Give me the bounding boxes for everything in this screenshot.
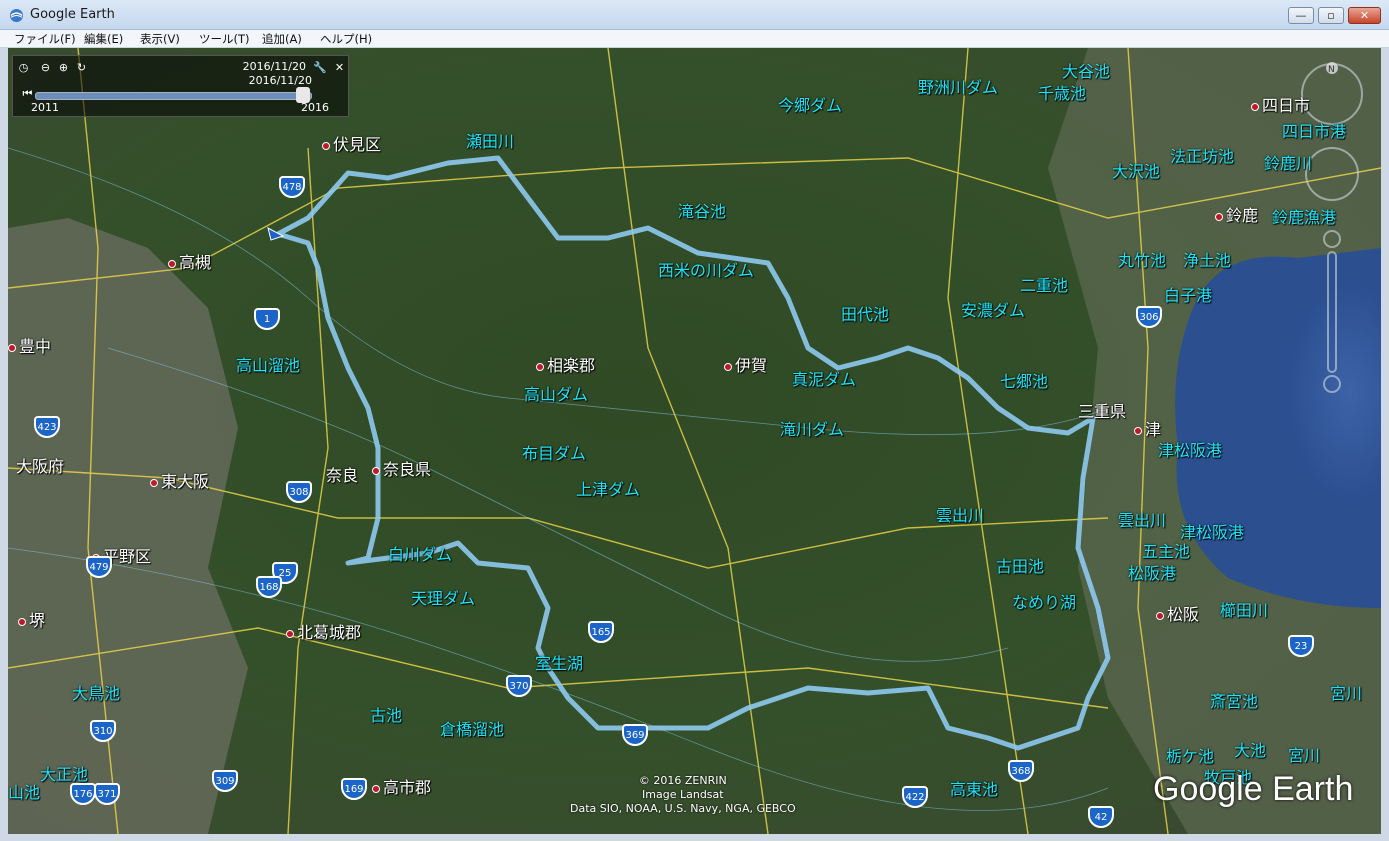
- city-label: 東大阪: [150, 468, 209, 492]
- map-label: 大鳥池: [72, 684, 121, 703]
- time-slider-panel: ◷ ⊖ ⊕ ↻ 2016/11/20 2016/11/20 🔧 ✕ ⏮ 2011…: [12, 55, 349, 117]
- city-label: 伊賀: [724, 352, 767, 376]
- maximize-button[interactable]: ▫: [1318, 7, 1344, 24]
- map-label: 法正坊池: [1170, 147, 1235, 166]
- map-label: 鈴鹿漁港: [1272, 208, 1337, 227]
- city-label: 松阪: [1156, 601, 1199, 625]
- close-icon[interactable]: ✕: [333, 61, 346, 74]
- map-label: 倉橋溜池: [440, 720, 505, 739]
- menu-add[interactable]: 追加(A): [262, 31, 302, 47]
- map-label: 上津ダム: [576, 480, 641, 499]
- step-back-icon[interactable]: ⏮: [21, 87, 34, 100]
- map-label: 古池: [370, 706, 403, 725]
- map-label: 天理ダム: [411, 589, 476, 608]
- map-label: 瀬田川: [466, 132, 515, 151]
- map-label: 古田池: [996, 557, 1045, 576]
- city-label: 奈良県: [372, 456, 431, 480]
- map-label: 白子港: [1164, 286, 1213, 305]
- city-label: 北葛城郡: [286, 619, 361, 643]
- map-label: 布目ダム: [522, 444, 587, 463]
- menu-tools[interactable]: ツール(T): [199, 31, 250, 47]
- map-label: 大沢池: [1112, 162, 1161, 181]
- map-label: 松阪港: [1128, 564, 1177, 583]
- city-label: 堺: [18, 607, 45, 631]
- map-label: 室生湖: [535, 654, 584, 673]
- map-label: 山池: [8, 783, 41, 802]
- city-label: 奈良: [326, 466, 359, 485]
- city-label: 三重県: [1078, 402, 1127, 421]
- google-earth-logo: Google Earth: [1153, 770, 1354, 808]
- map-label: 高山溜池: [236, 356, 301, 375]
- map-label: 大正池: [40, 765, 89, 784]
- time-slider-track[interactable]: [35, 92, 312, 100]
- map-view[interactable]: ◷ ⊖ ⊕ ↻ 2016/11/20 2016/11/20 🔧 ✕ ⏮ 2011…: [8, 48, 1381, 834]
- zoom-out-icon[interactable]: ⊖: [39, 61, 52, 74]
- end-date: 2016/11/20: [248, 74, 312, 87]
- city-label: 豊中: [8, 333, 51, 357]
- zoom-in-icon: [1323, 230, 1341, 248]
- menu-file[interactable]: ファイル(F): [14, 31, 76, 47]
- map-label: 浄土池: [1183, 251, 1232, 270]
- zoom-out-icon: [1323, 375, 1341, 393]
- map-label: 高山ダム: [524, 385, 589, 404]
- map-label: 津松阪港: [1158, 441, 1223, 460]
- map-label: 田代池: [841, 305, 890, 324]
- end-year: 2016: [301, 101, 329, 114]
- map-label: 西米の川ダム: [658, 261, 755, 280]
- map-label: なめり湖: [1012, 593, 1077, 612]
- menu-edit[interactable]: 編集(E): [84, 31, 123, 47]
- clock-icon[interactable]: ◷: [17, 61, 30, 74]
- city-label: 四日市: [1251, 92, 1310, 116]
- zoom-in-icon[interactable]: ⊕: [57, 61, 70, 74]
- wrench-icon[interactable]: 🔧: [313, 61, 327, 74]
- map-label: 丸竹池: [1118, 251, 1167, 270]
- map-label: 野洲川ダム: [918, 78, 999, 97]
- map-label: 高東池: [950, 780, 999, 799]
- map-label: 宮川: [1288, 746, 1321, 765]
- city-label: 高市郡: [372, 774, 431, 798]
- menu-bar: ファイル(F) 編集(E) 表示(V) ツール(T) 追加(A) ヘルプ(H): [0, 30, 1389, 48]
- map-label: 宮川: [1330, 684, 1363, 703]
- start-year: 2011: [31, 101, 59, 114]
- start-date: 2016/11/20: [242, 60, 306, 73]
- city-label: 伏見区: [322, 131, 381, 155]
- window-title: Google Earth: [30, 7, 115, 22]
- map-label: 鈴鹿川: [1264, 154, 1313, 173]
- zoom-slider: [1327, 251, 1337, 373]
- move-joystick-icon: [1305, 147, 1359, 201]
- refresh-icon[interactable]: ↻: [75, 61, 88, 74]
- map-label: 櫛田川: [1220, 601, 1269, 620]
- map-label: 雲出川: [1118, 511, 1167, 530]
- map-label: 斎宮池: [1210, 692, 1259, 711]
- map-label: 白川ダム: [388, 545, 453, 564]
- minimize-button[interactable]: —: [1288, 7, 1314, 24]
- map-label: 五主池: [1142, 542, 1191, 561]
- city-label: 相楽郡: [536, 352, 595, 376]
- map-label: 雲出川: [936, 506, 985, 525]
- map-label: 千歳池: [1038, 84, 1087, 103]
- map-label: 安濃ダム: [961, 301, 1026, 320]
- map-label: 滝川ダム: [780, 420, 845, 439]
- map-label: 四日市港: [1282, 122, 1347, 141]
- map-label: 二重池: [1020, 276, 1069, 295]
- city-label: 鈴鹿: [1215, 202, 1258, 226]
- map-label: 今郷ダム: [778, 96, 843, 115]
- city-label: 津: [1134, 416, 1161, 440]
- city-label: 大阪府: [16, 457, 65, 476]
- title-bar: Google Earth — ▫ ✕: [0, 0, 1389, 30]
- map-label: 真泥ダム: [792, 370, 857, 389]
- map-label: 滝谷池: [678, 202, 727, 221]
- menu-help[interactable]: ヘルプ(H): [320, 31, 372, 47]
- map-label: 大池: [1234, 741, 1267, 760]
- map-label: 大谷池: [1062, 62, 1111, 81]
- copyright-notice: © 2016 ZENRIN Image Landsat Data SIO, NO…: [570, 774, 796, 815]
- menu-view[interactable]: 表示(V): [140, 31, 180, 47]
- svg-text:N: N: [1328, 65, 1335, 75]
- close-button[interactable]: ✕: [1348, 7, 1381, 24]
- map-label: 七郷池: [1000, 372, 1049, 391]
- city-label: 高槻: [168, 249, 211, 273]
- google-earth-app-icon: [9, 8, 24, 23]
